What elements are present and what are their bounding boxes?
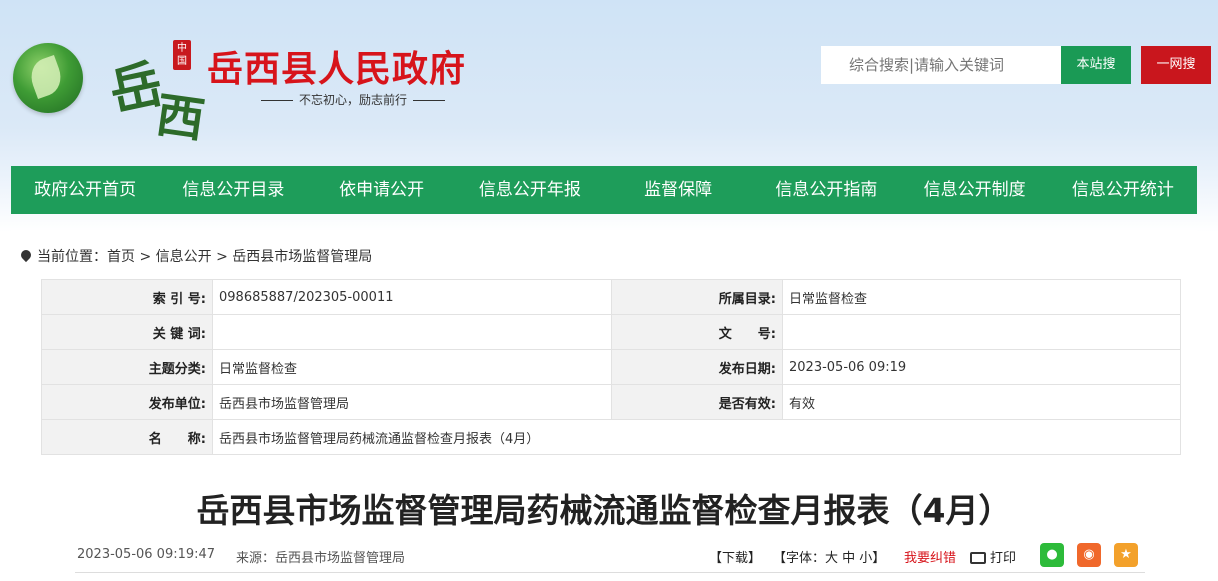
- site-title[interactable]: 岳西县人民政府: [207, 40, 466, 92]
- network-search-button[interactable]: 一网搜: [1141, 46, 1211, 84]
- keywords-value: [212, 314, 612, 350]
- nav-item-supervision[interactable]: 监督保障: [604, 166, 752, 214]
- article-title: 岳西县市场监督管理局药械流通监督检查月报表（4月）: [196, 491, 1012, 530]
- table-row: 名 称: 岳西县市场监督管理局药械流通监督检查月报表（4月）: [41, 419, 1181, 455]
- nav-item-statistics[interactable]: 信息公开统计: [1049, 166, 1197, 214]
- location-pin-icon: [18, 247, 34, 263]
- table-row: 发布单位: 岳西县市场监督管理局 是否有效: 有效: [41, 384, 1181, 420]
- valid-value: 有效: [782, 384, 1181, 420]
- unit-label: 发布单位:: [41, 384, 213, 420]
- docno-label: 文 号:: [611, 314, 783, 350]
- slogan: 不忘初心，励志前行: [255, 91, 451, 108]
- nav-item-guide[interactable]: 信息公开指南: [752, 166, 900, 214]
- nav-item-annual-report[interactable]: 信息公开年报: [456, 166, 604, 214]
- table-row: 索 引 号: 098685887/202305-00011 所属目录: 日常监督…: [41, 279, 1181, 315]
- pubdate-value: 2023-05-06 09:19: [782, 349, 1181, 385]
- pubdate-label: 发布日期:: [611, 349, 783, 385]
- nav-item-home[interactable]: 政府公开首页: [11, 166, 159, 214]
- index-label: 索 引 号:: [41, 279, 213, 315]
- favorite-star-icon[interactable]: ★: [1114, 543, 1138, 567]
- main-nav: 政府公开首页 信息公开目录 依申请公开 信息公开年报 监督保障 信息公开指南 信…: [11, 166, 1197, 214]
- leaf-logo-icon: [13, 43, 83, 113]
- weibo-share-icon[interactable]: ◉: [1077, 543, 1101, 567]
- article-info-bar: 2023-05-06 09:19:47 来源：岳西县市场监督管理局 【下载】 【…: [75, 543, 1145, 573]
- site-header: 岳 西 中国 岳西县人民政府 不忘初心，励志前行 本站搜 一网搜: [0, 0, 1218, 166]
- catalog-value: 日常监督检查: [782, 279, 1181, 315]
- table-row: 主题分类: 日常监督检查 发布日期: 2023-05-06 09:19: [41, 349, 1181, 385]
- nav-item-request[interactable]: 依申请公开: [308, 166, 456, 214]
- printer-icon: [970, 552, 986, 564]
- search-input[interactable]: [821, 46, 1061, 84]
- download-link[interactable]: 【下载】: [709, 547, 761, 566]
- table-row: 关 键 词: 文 号:: [41, 314, 1181, 350]
- topic-value: 日常监督检查: [212, 349, 612, 385]
- keywords-label: 关 键 词:: [41, 314, 213, 350]
- topic-label: 主题分类:: [41, 349, 213, 385]
- breadcrumb-bureau[interactable]: 岳西县市场监督管理局: [232, 249, 372, 265]
- print-button[interactable]: 打印: [970, 547, 1016, 566]
- report-error-link[interactable]: 我要纠错: [904, 547, 956, 566]
- docno-value: [782, 314, 1181, 350]
- breadcrumb-home[interactable]: 首页: [107, 249, 135, 265]
- name-label: 名 称:: [41, 419, 213, 455]
- breadcrumb: 当前位置：首页 > 信息公开 > 岳西县市场监督管理局: [18, 246, 372, 266]
- article-source: 来源：岳西县市场监督管理局: [236, 551, 406, 566]
- divider: [75, 572, 1145, 573]
- font-size-control[interactable]: 【字体：大 中 小】: [773, 547, 885, 566]
- catalog-label: 所属目录:: [611, 279, 783, 315]
- content-panel: 当前位置：首页 > 信息公开 > 岳西县市场监督管理局 索 引 号: 09868…: [11, 230, 1197, 581]
- wechat-share-icon[interactable]: ●: [1040, 543, 1064, 567]
- nav-item-system[interactable]: 信息公开制度: [901, 166, 1049, 214]
- index-value: 098685887/202305-00011: [212, 279, 612, 315]
- meta-table: 索 引 号: 098685887/202305-00011 所属目录: 日常监督…: [41, 279, 1181, 455]
- breadcrumb-info[interactable]: 信息公开: [156, 249, 212, 265]
- china-seal: 中国: [173, 40, 191, 70]
- article-datetime: 2023-05-06 09:19:47: [77, 547, 216, 562]
- calligraphy-logo: 岳 西: [104, 53, 208, 150]
- nav-item-catalog[interactable]: 信息公开目录: [159, 166, 307, 214]
- unit-value: 岳西县市场监督管理局: [212, 384, 612, 420]
- site-search-button[interactable]: 本站搜: [1061, 46, 1131, 84]
- valid-label: 是否有效:: [611, 384, 783, 420]
- name-value: 岳西县市场监督管理局药械流通监督检查月报表（4月）: [212, 419, 1181, 455]
